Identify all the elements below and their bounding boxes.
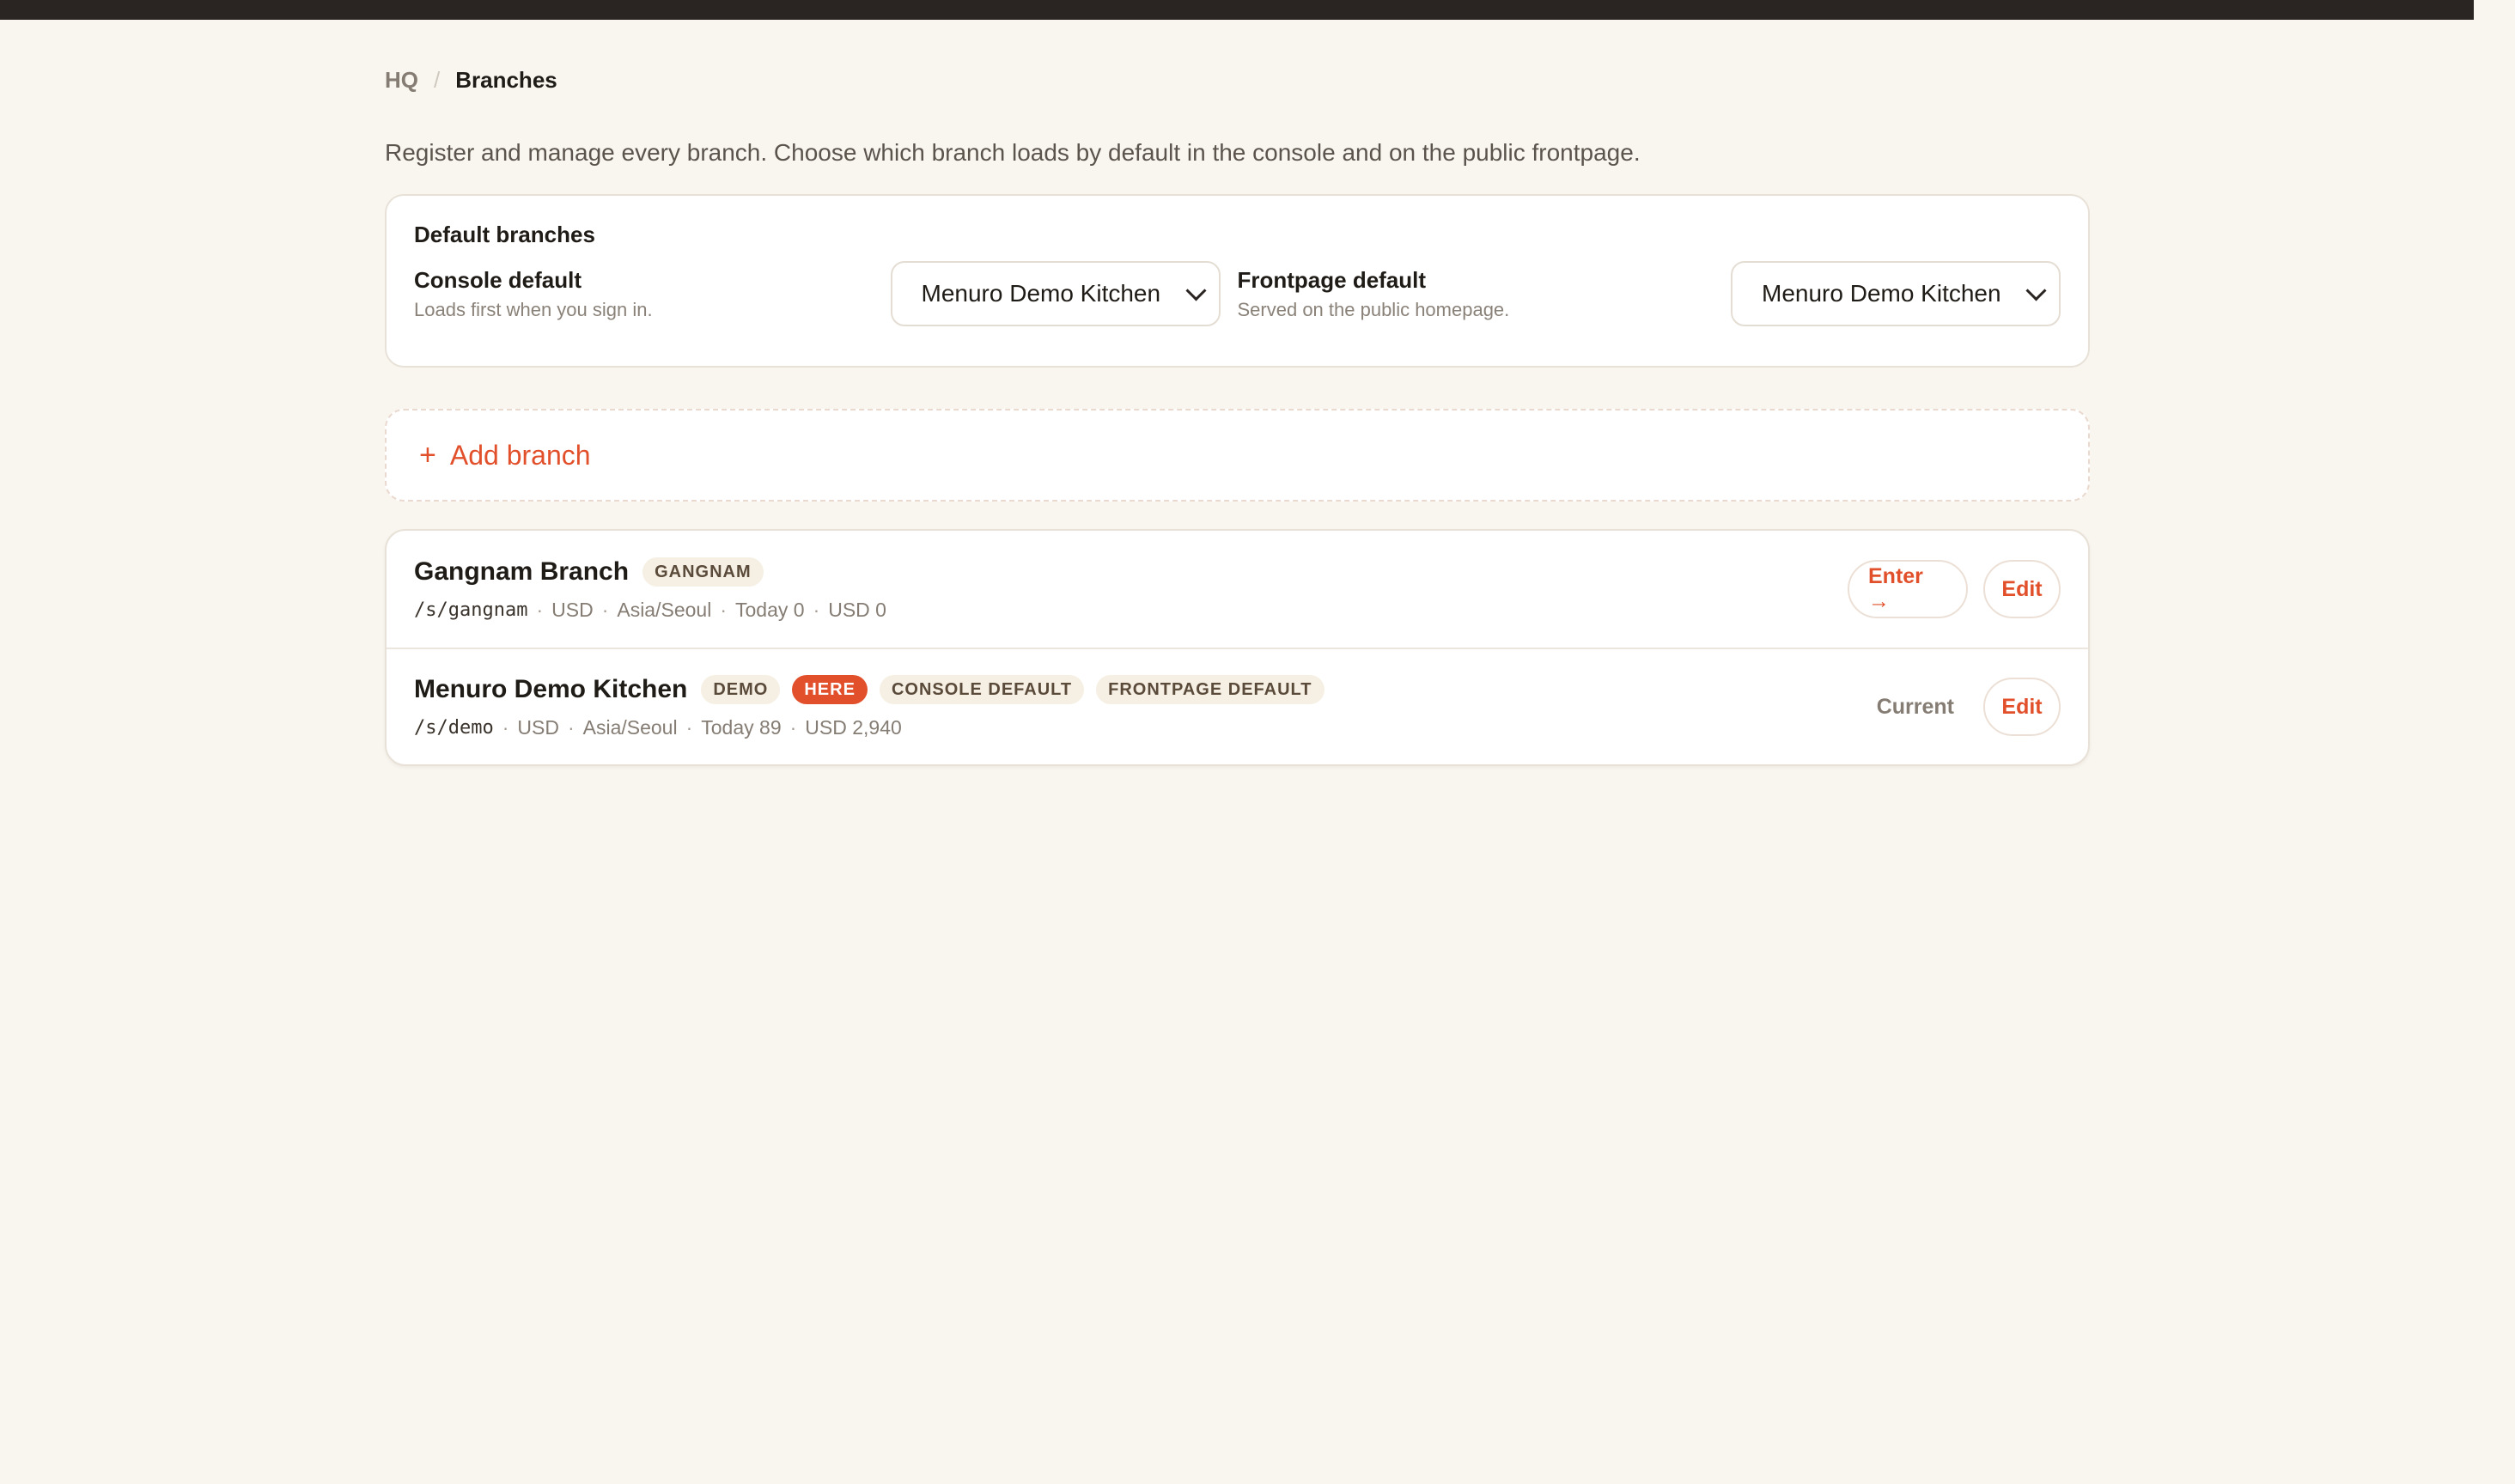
branch-timezone: Asia/Seoul [617, 598, 712, 621]
console-default-help: Loads first when you sign in. [414, 299, 653, 320]
chevron-down-icon [1184, 279, 1207, 301]
edit-branch-button[interactable]: Edit [1983, 560, 2061, 618]
branch-tag: GANGNAM [642, 557, 764, 587]
branch-revenue: USD 2,940 [805, 715, 902, 739]
console-default-select-value: Menuro Demo Kitchen [921, 280, 1161, 307]
branch-tag-console-default: CONSOLE DEFAULT [879, 675, 1085, 704]
meta-separator: · [685, 715, 693, 739]
edit-branch-button[interactable]: Edit [1983, 678, 2061, 736]
branch-actions: Current Edit [1877, 678, 2061, 736]
frontpage-default-label: Frontpage default [1237, 267, 1427, 293]
page-description: Register and manage every branch. Choose… [385, 139, 1641, 166]
branch-timezone: Asia/Seoul [582, 715, 678, 739]
branch-path: /s/demo [414, 716, 494, 739]
console-default-select[interactable]: Menuro Demo Kitchen [890, 261, 1221, 326]
branch-title-line: Menuro Demo Kitchen DEMO HERE CONSOLE DE… [414, 672, 1337, 707]
main-content: HQ / Branches Register and manage every … [385, 60, 2090, 766]
meta-separator: · [502, 715, 509, 739]
meta-separator: · [567, 715, 575, 739]
branch-tag-frontpage-default: FRONTPAGE DEFAULT [1096, 675, 1324, 704]
meta-separator: · [789, 715, 797, 739]
breadcrumb: HQ / Branches [385, 60, 2090, 100]
branch-today-count: Today 0 [735, 598, 805, 621]
frontpage-default-select[interactable]: Menuro Demo Kitchen [1731, 261, 2061, 326]
frontpage-default-help: Served on the public homepage. [1237, 299, 1510, 320]
meta-separator: · [720, 598, 727, 621]
frontpage-default-text: Frontpage default Served on the public h… [1238, 266, 1732, 321]
branch-row-demo: Menuro Demo Kitchen DEMO HERE CONSOLE DE… [387, 648, 2088, 764]
meta-separator: · [536, 598, 544, 621]
add-branch-label: Add branch [449, 439, 591, 471]
branch-name: Menuro Demo Kitchen [414, 675, 688, 703]
frontpage-default-select-value: Menuro Demo Kitchen [1762, 280, 2001, 307]
console-default-group: Console default Loads first when you sig… [414, 261, 1238, 326]
branch-title-line: Gangnam Branch GANGNAM [414, 555, 886, 589]
branch-row-gangnam: Gangnam Branch GANGNAM /s/gangnam · USD … [387, 531, 2088, 648]
console-default-text: Console default Loads first when you sig… [414, 266, 891, 321]
enter-branch-button[interactable]: Enter → [1848, 560, 1968, 618]
plus-icon: + [419, 439, 436, 471]
default-branches-title: Default branches [414, 222, 595, 247]
meta-separator: · [813, 598, 820, 621]
branch-meta: /s/demo · USD · Asia/Seoul · Today 89 · … [414, 714, 1337, 741]
branch-actions: Enter → Edit [1832, 560, 2061, 618]
branch-info: Gangnam Branch GANGNAM /s/gangnam · USD … [414, 555, 886, 623]
default-branches-card: Default branches Console default Loads f… [385, 194, 2090, 368]
branch-today-count: Today 89 [701, 715, 782, 739]
branch-name: Gangnam Branch [414, 557, 630, 586]
chevron-down-icon [2025, 279, 2047, 301]
branch-path: /s/gangnam [414, 599, 528, 621]
default-branches-row: Console default Loads first when you sig… [414, 261, 2061, 326]
add-branch-button[interactable]: + Add branch [385, 409, 2090, 502]
meta-separator: · [601, 598, 609, 621]
console-default-label: Console default [414, 267, 582, 293]
branch-list: Gangnam Branch GANGNAM /s/gangnam · USD … [385, 529, 2090, 766]
top-bar [0, 0, 2474, 20]
branch-currency: USD [517, 715, 559, 739]
branch-tag-demo: DEMO [701, 675, 781, 704]
branch-meta: /s/gangnam · USD · Asia/Seoul · Today 0 … [414, 596, 886, 623]
branch-info: Menuro Demo Kitchen DEMO HERE CONSOLE DE… [414, 672, 1337, 741]
current-branch-label: Current [1876, 694, 1954, 719]
breadcrumb-separator: / [434, 66, 441, 93]
branch-tag-here: HERE [792, 675, 868, 704]
breadcrumb-hq-link[interactable]: HQ [385, 67, 418, 94]
breadcrumb-current: Branches [455, 66, 557, 93]
branch-revenue: USD 0 [828, 598, 886, 621]
branch-currency: USD [551, 598, 594, 621]
frontpage-default-group: Frontpage default Served on the public h… [1238, 261, 2061, 326]
